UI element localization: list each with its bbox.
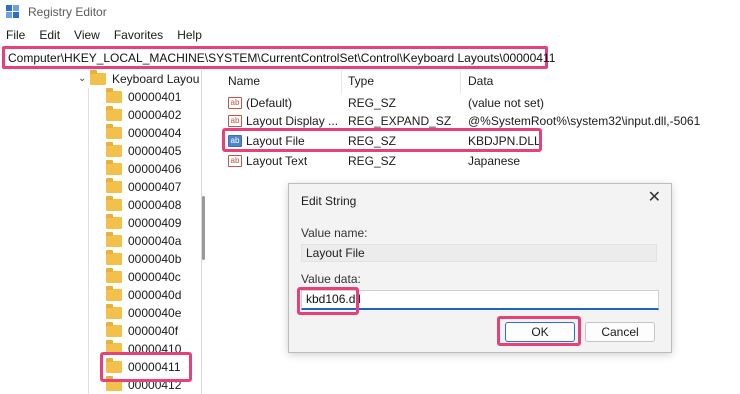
folder-icon [106,196,122,211]
tree-item-label: 00000407 [128,180,182,194]
tree-item[interactable]: 00000402 [106,106,181,124]
highlight-box-ok [497,316,581,346]
highlight-box-value-data [297,287,359,315]
column-header-type[interactable]: Type [348,74,374,92]
menu-edit[interactable]: Edit [39,28,60,42]
folder-icon [106,322,122,337]
folder-icon [106,286,122,301]
column-divider[interactable] [341,70,342,94]
highlight-box-layout-file [222,128,542,152]
tree-item-label: 0000040b [128,252,182,266]
value-data: @%SystemRoot%\system32\input.dll,-5061 [468,114,701,128]
menu-file[interactable]: File [6,28,25,42]
tree-guide-line [88,88,89,394]
menu-view[interactable]: View [74,28,100,42]
folder-icon [106,160,122,175]
folder-icon [106,142,122,157]
folder-icon [106,268,122,283]
column-header-data[interactable]: Data [468,74,493,92]
menu-favorites[interactable]: Favorites [114,28,163,42]
folder-icon [106,178,122,193]
registry-editor-icon [6,5,20,19]
cancel-button[interactable]: Cancel [585,322,655,342]
tree-item-label: 00000408 [128,198,182,212]
value-data-label: Value data: [301,272,361,286]
folder-icon [106,304,122,319]
chevron-down-icon[interactable]: ⌄ [78,73,86,84]
menu-help[interactable]: Help [177,28,202,42]
value-name: (Default) [246,96,293,110]
tree-item-label: 00000402 [128,108,182,122]
dialog-title: Edit String [301,194,357,208]
tree-scrollbar-thumb[interactable] [202,196,205,260]
window-title: Registry Editor [28,5,107,19]
folder-icon [106,106,122,121]
value-row[interactable]: ab (Default) REG_SZ (value not set) [222,94,740,112]
tree-item-label: 0000040a [128,234,182,248]
tree-item-label: 0000040c [128,270,181,284]
tree-item[interactable]: 00000407 [106,178,181,196]
address-bar[interactable]: Computer\HKEY_LOCAL_MACHINE\SYSTEM\Curre… [2,46,555,69]
tree-item-label: 00000404 [128,126,182,140]
tree-item-label: 00000406 [128,162,182,176]
folder-icon [106,214,122,229]
tree-item-label: 00000409 [128,216,182,230]
column-header-name[interactable]: Name [228,74,260,92]
tree-item-label: 00000401 [128,90,182,104]
value-row[interactable]: ab Layout Text REG_SZ Japanese [222,152,740,170]
tree-item[interactable]: 0000040b [106,250,181,268]
tree-item[interactable]: 0000040a [106,232,181,250]
edit-string-dialog: Edit String ✕ Value name: Layout File Va… [288,183,672,353]
tree-item[interactable]: 00000405 [106,142,181,160]
tree-item[interactable]: 0000040f [106,322,178,340]
value-name: Layout Text [246,154,308,168]
tree-item[interactable]: 00000408 [106,196,181,214]
tree-item-label: 0000040e [128,306,182,320]
value-data: Japanese [468,154,521,168]
value-name-label: Value name: [301,226,368,240]
value-name-field: Layout File [301,244,657,262]
tree-item-label: 00000405 [128,144,182,158]
title-bar: Registry Editor [0,0,740,24]
string-value-icon: ab [228,115,242,127]
value-name: Layout Display ... [246,114,339,128]
tree-item[interactable]: 00000406 [106,160,181,178]
folder-icon [90,70,106,85]
value-type: REG_SZ [348,154,397,168]
value-data: (value not set) [468,96,545,110]
value-type: REG_EXPAND_SZ [348,114,452,128]
tree-item-keyboard-layouts[interactable]: Keyboard Layou [90,70,199,88]
value-type: REG_SZ [348,96,397,110]
tree-item[interactable]: 00000404 [106,124,181,142]
tree-item[interactable]: 00000409 [106,214,181,232]
tree-item[interactable]: 0000040c [106,268,181,286]
folder-icon [106,124,122,139]
tree-item-label: 0000040f [128,324,179,338]
folder-icon [106,88,122,103]
highlight-box-selected-key [100,352,192,382]
address-path: Computer\HKEY_LOCAL_MACHINE\SYSTEM\Curre… [8,50,556,65]
key-tree: ⌄ Keyboard Layou 00000401 00000402 00000… [0,70,202,394]
tree-item[interactable]: 0000040e [106,304,181,322]
tree-item[interactable]: 00000401 [106,88,181,106]
menu-bar: File Edit View Favorites Help [0,26,216,44]
tree-item[interactable]: 0000040d [106,286,181,304]
folder-icon [106,250,122,265]
folder-icon [106,232,122,247]
string-value-icon: ab [228,97,242,109]
close-icon[interactable]: ✕ [648,190,661,206]
tree-item-label: Keyboard Layou [112,72,200,86]
string-value-icon: ab [228,155,242,167]
tree-item-label: 0000040d [128,288,182,302]
column-divider[interactable] [460,70,461,94]
